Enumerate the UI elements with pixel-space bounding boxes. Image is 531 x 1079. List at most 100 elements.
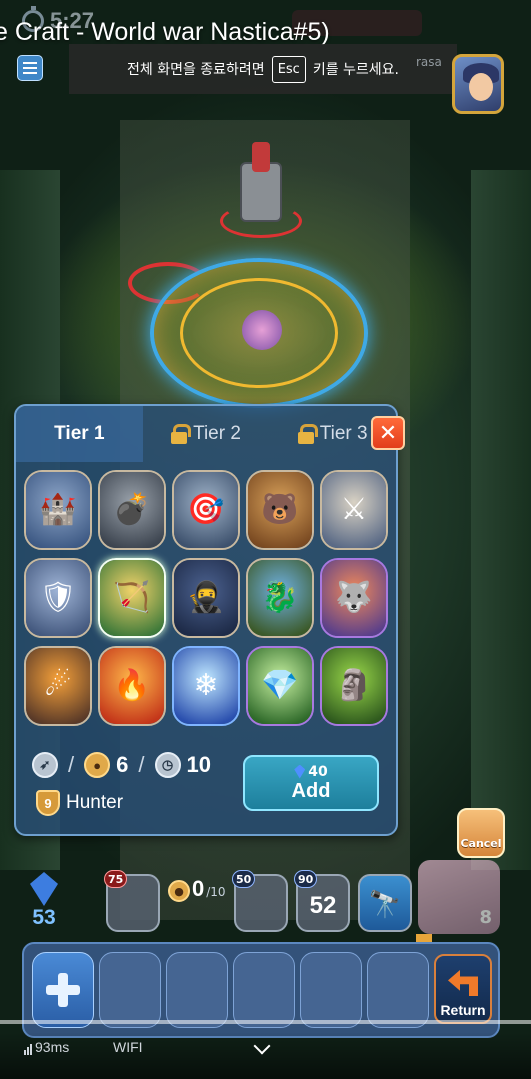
return-label: Return [440,1002,486,1018]
signal-icon [24,1044,32,1055]
network-label: WIFI [113,1039,143,1055]
stopwatch-icon: ◷ [154,752,181,778]
tab-label: Tier 3 [319,423,368,444]
cooldown-value: 10 [186,752,211,777]
video-progress-bar[interactable] [0,1020,531,1024]
hero-level: 8 [479,907,492,928]
unit-card-dragon-rider[interactable]: 🐉 [246,558,314,638]
enemy-tower [220,142,302,238]
population-max: /10 [206,885,226,899]
deck-slot-empty[interactable] [300,952,362,1028]
hero-portrait[interactable]: 8 [418,860,500,934]
archer-tower-icon: 🏰 [39,492,77,527]
tab-label: Tier 1 [54,423,105,444]
gem-icon [30,872,58,906]
class-name: Hunter [66,792,124,813]
totem-spell-icon: 🗿 [335,668,373,703]
building-slot-2[interactable]: 50 [232,870,288,932]
move-speed-icon: ➶ [32,752,58,778]
slot-badge: 75 [104,870,128,888]
add-cost-value: 40 [308,763,328,780]
unit-card-fire-slash-spell[interactable]: 🔥 [98,646,166,726]
opponent-avatar[interactable] [452,54,504,114]
lock-icon [171,424,192,444]
status-bar [0,1032,531,1079]
dragon-rider-icon: 🐉 [261,580,299,615]
unit-card-knight[interactable]: ⚔ [320,470,388,550]
bear-warrior-icon: 🐻 [261,492,299,527]
unit-card-cannon[interactable]: 💣 [98,470,166,550]
right-wall [471,170,531,870]
allied-unit [242,310,282,350]
plus-icon [46,973,80,1007]
deck-slot-empty[interactable] [99,952,161,1028]
video-title: e Craft - World war Nastica#5) [0,18,330,46]
unit-card-ballista[interactable]: 🎯 [172,470,240,550]
deck-slot-empty[interactable] [233,952,295,1028]
add-cost: 40 [294,763,328,780]
nature-crystal-spell-icon: 💎 [261,668,299,703]
unit-card-soldier[interactable]: 🛡 [24,558,92,638]
population-current: 0 [192,876,205,901]
population-counter: ● 0 /10 [168,876,226,902]
ninja-icon: 🥷 [187,580,225,615]
add-button[interactable]: 40 Add [243,755,379,811]
spyglass-icon: 🔭 [368,889,402,919]
tier-tabs: Tier 1 Tier 2 Tier 3 [16,406,396,462]
lock-icon [297,424,318,444]
stat-separator: / [68,752,75,777]
unit-card-bear-warrior[interactable]: 🐻 [246,470,314,550]
return-button[interactable]: Return [434,954,492,1024]
unit-card-archer-tower[interactable]: 🏰 [24,470,92,550]
unit-card-totem-spell[interactable]: 🗿 [320,646,388,726]
esc-key: Esc [271,55,306,83]
tab-label: Tier 2 [193,423,241,444]
ballista-icon: 🎯 [187,492,225,527]
unit-card-ranger[interactable]: 🏹 [98,558,166,638]
knight-icon: ⚔ [340,492,368,527]
menu-button[interactable] [17,55,43,81]
add-unit-slot[interactable] [32,952,94,1028]
soldier-icon: 🛡 [38,580,78,615]
slot-value: 52 [309,892,337,919]
return-arrow-icon [448,970,478,996]
population-icon: ● [84,752,111,778]
tab-tier-2[interactable]: Tier 2 [143,406,270,462]
deck-slot-empty[interactable] [166,952,228,1028]
tab-tier-1[interactable]: Tier 1 [16,406,143,462]
building-slot-3[interactable]: 90 52 [294,870,350,932]
fullscreen-exit-toast: 전체 화면을 종료하려면 Esc 키를 누르세요. [69,44,457,94]
fire-slash-spell-icon: 🔥 [113,668,151,703]
gold-indicator [416,934,432,942]
cannon-icon: 💣 [113,492,151,527]
opponent-name: rasa [416,55,442,69]
unit-class: 9 Hunter [36,790,123,816]
ping-value: 93ms [35,1039,70,1055]
cancel-button[interactable]: Cancel [457,808,505,858]
ice-spell-icon: ❄ [193,668,219,703]
unit-card-meteor-spell[interactable]: ☄ [24,646,92,726]
unit-card-wolf-girl[interactable]: 🐺 [320,558,388,638]
population-value: 6 [116,752,129,777]
toast-text-before: 전체 화면을 종료하려면 [126,62,265,78]
slot-badge: 50 [232,870,256,888]
stat-separator: / [138,752,145,777]
unit-card-grid: 🏰 💣 🎯 🐻 ⚔ 🛡 🏹 🥷 🐉 🐺 ☄ 🔥 ❄ 💎 🗿 [24,470,394,730]
mana-counter: 53 [30,872,58,930]
wolf-girl-icon: 🐺 [335,580,373,615]
building-slot-4[interactable]: 🔭 [358,874,412,932]
toast-text-after: 키를 누르세요. [312,62,400,78]
unit-card-ninja[interactable]: 🥷 [172,558,240,638]
ping-indicator: 93ms [24,1039,69,1055]
unit-card-ice-spell[interactable]: ❄ [172,646,240,726]
add-label: Add [291,779,331,802]
ranger-icon: 🏹 [113,580,151,615]
unit-stats: ➶ / ● 6 / ◷ 10 [32,752,211,778]
unit-card-nature-crystal-spell[interactable]: 💎 [246,646,314,726]
building-slot-1[interactable]: 75 [104,870,160,932]
close-button[interactable]: ✕ [371,416,405,450]
deck-slot-empty[interactable] [367,952,429,1028]
meteor-spell-icon: ☄ [44,668,72,703]
gem-icon [294,764,306,779]
population-icon: ● [168,880,190,902]
